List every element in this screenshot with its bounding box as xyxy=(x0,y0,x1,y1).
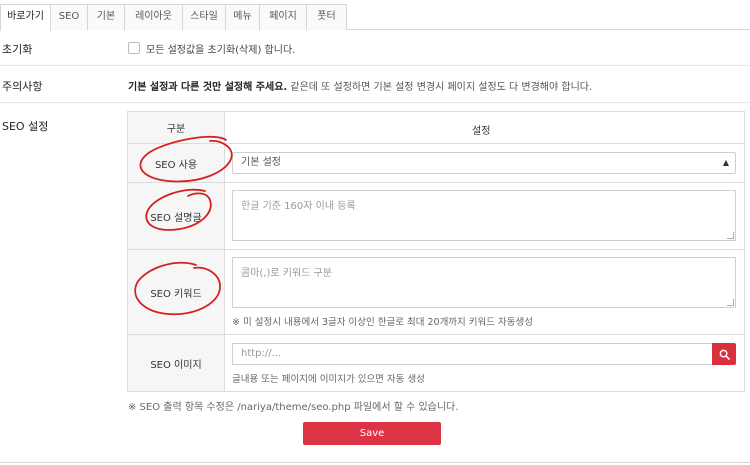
tab-seo[interactable]: SEO xyxy=(51,4,88,30)
tab-menu[interactable]: 메뉴 xyxy=(226,4,260,30)
header-category-text: 구분 xyxy=(166,124,186,135)
seo-image-text: SEO 이미지 xyxy=(150,359,202,371)
tab-shortcut[interactable]: 바로가기 xyxy=(0,4,51,31)
seo-keyword-textarea[interactable]: 콤마(,)로 키워드 구분 xyxy=(232,257,736,308)
image-search-button[interactable] xyxy=(712,343,736,365)
tab-basic[interactable]: 기본 xyxy=(88,4,125,30)
tab-bar: 바로가기 SEO 기본 레이아웃 스타일 메뉴 페이지 풋터 xyxy=(0,0,750,31)
header-category: 구분 xyxy=(128,112,225,143)
seo-description-text: SEO 설명글 xyxy=(150,212,202,224)
tab-style[interactable]: 스타일 xyxy=(183,4,226,30)
header-setting: 설정 xyxy=(472,126,491,137)
sort-arrows-icon: ▲ xyxy=(722,158,729,167)
seo-keyword-text: SEO 키워드 xyxy=(150,288,202,300)
seo-description-label: SEO 설명글 xyxy=(128,183,225,249)
tab-layout[interactable]: 레이아웃 xyxy=(125,4,183,30)
seo-image-input[interactable]: http://... xyxy=(232,343,712,365)
seo-keyword-label: SEO 키워드 xyxy=(128,250,225,334)
seo-footnote: ※ SEO 출력 항목 수정은 /nariya/theme/seo.php 파일… xyxy=(128,402,459,413)
reset-checkbox-label[interactable]: 모든 설정값을 초기화(삭제) 합니다. xyxy=(146,41,295,56)
divider xyxy=(0,65,750,66)
reset-label: 초기화 xyxy=(2,43,33,56)
tab-page[interactable]: 페이지 xyxy=(260,4,307,30)
notice-text: 기본 설정과 다른 것만 설정해 주세요. 같은데 또 설정하면 기본 설정 변… xyxy=(128,78,592,93)
notice-label: 주의사항 xyxy=(2,80,43,93)
seo-use-text: SEO 사용 xyxy=(154,159,198,171)
divider xyxy=(0,102,750,103)
seo-image-label: SEO 이미지 xyxy=(128,335,225,391)
seo-use-label: SEO 사용 xyxy=(128,144,225,182)
notice-bold: 기본 설정과 다른 것만 설정해 주세요. xyxy=(128,82,288,93)
seo-image-placeholder: http://... xyxy=(241,348,282,359)
search-icon xyxy=(719,349,730,360)
seo-keyword-hint: ※ 미 설정시 내용에서 3글자 이상인 한글로 최대 20개까지 키워드 자동… xyxy=(232,317,534,328)
resize-handle-icon[interactable] xyxy=(727,232,734,239)
seo-settings-table: 구분 설정 SEO 사용 기본 설정 ▲ SEO 설명글 한글 기준 160자 … xyxy=(127,111,745,392)
notice-rest: 같은데 또 설정하면 기본 설정 변경시 페이지 설정도 다 변경해야 합니다. xyxy=(287,82,593,93)
seo-settings-label: SEO 설정 xyxy=(2,120,49,133)
tab-footer[interactable]: 풋터 xyxy=(307,4,347,30)
divider xyxy=(0,462,750,463)
seo-image-hint: 글내용 또는 페이지에 이미지가 있으면 자동 생성 xyxy=(232,374,425,385)
resize-handle-icon[interactable] xyxy=(727,299,734,306)
seo-description-textarea[interactable]: 한글 기준 160자 이내 등록 xyxy=(232,190,736,241)
seo-description-placeholder: 한글 기준 160자 이내 등록 xyxy=(241,201,356,212)
seo-use-select[interactable]: 기본 설정 ▲ xyxy=(232,152,736,174)
reset-checkbox[interactable] xyxy=(128,42,140,54)
save-button[interactable]: Save xyxy=(303,422,441,445)
seo-use-value: 기본 설정 xyxy=(241,157,281,168)
seo-keyword-placeholder: 콤마(,)로 키워드 구분 xyxy=(241,268,332,279)
